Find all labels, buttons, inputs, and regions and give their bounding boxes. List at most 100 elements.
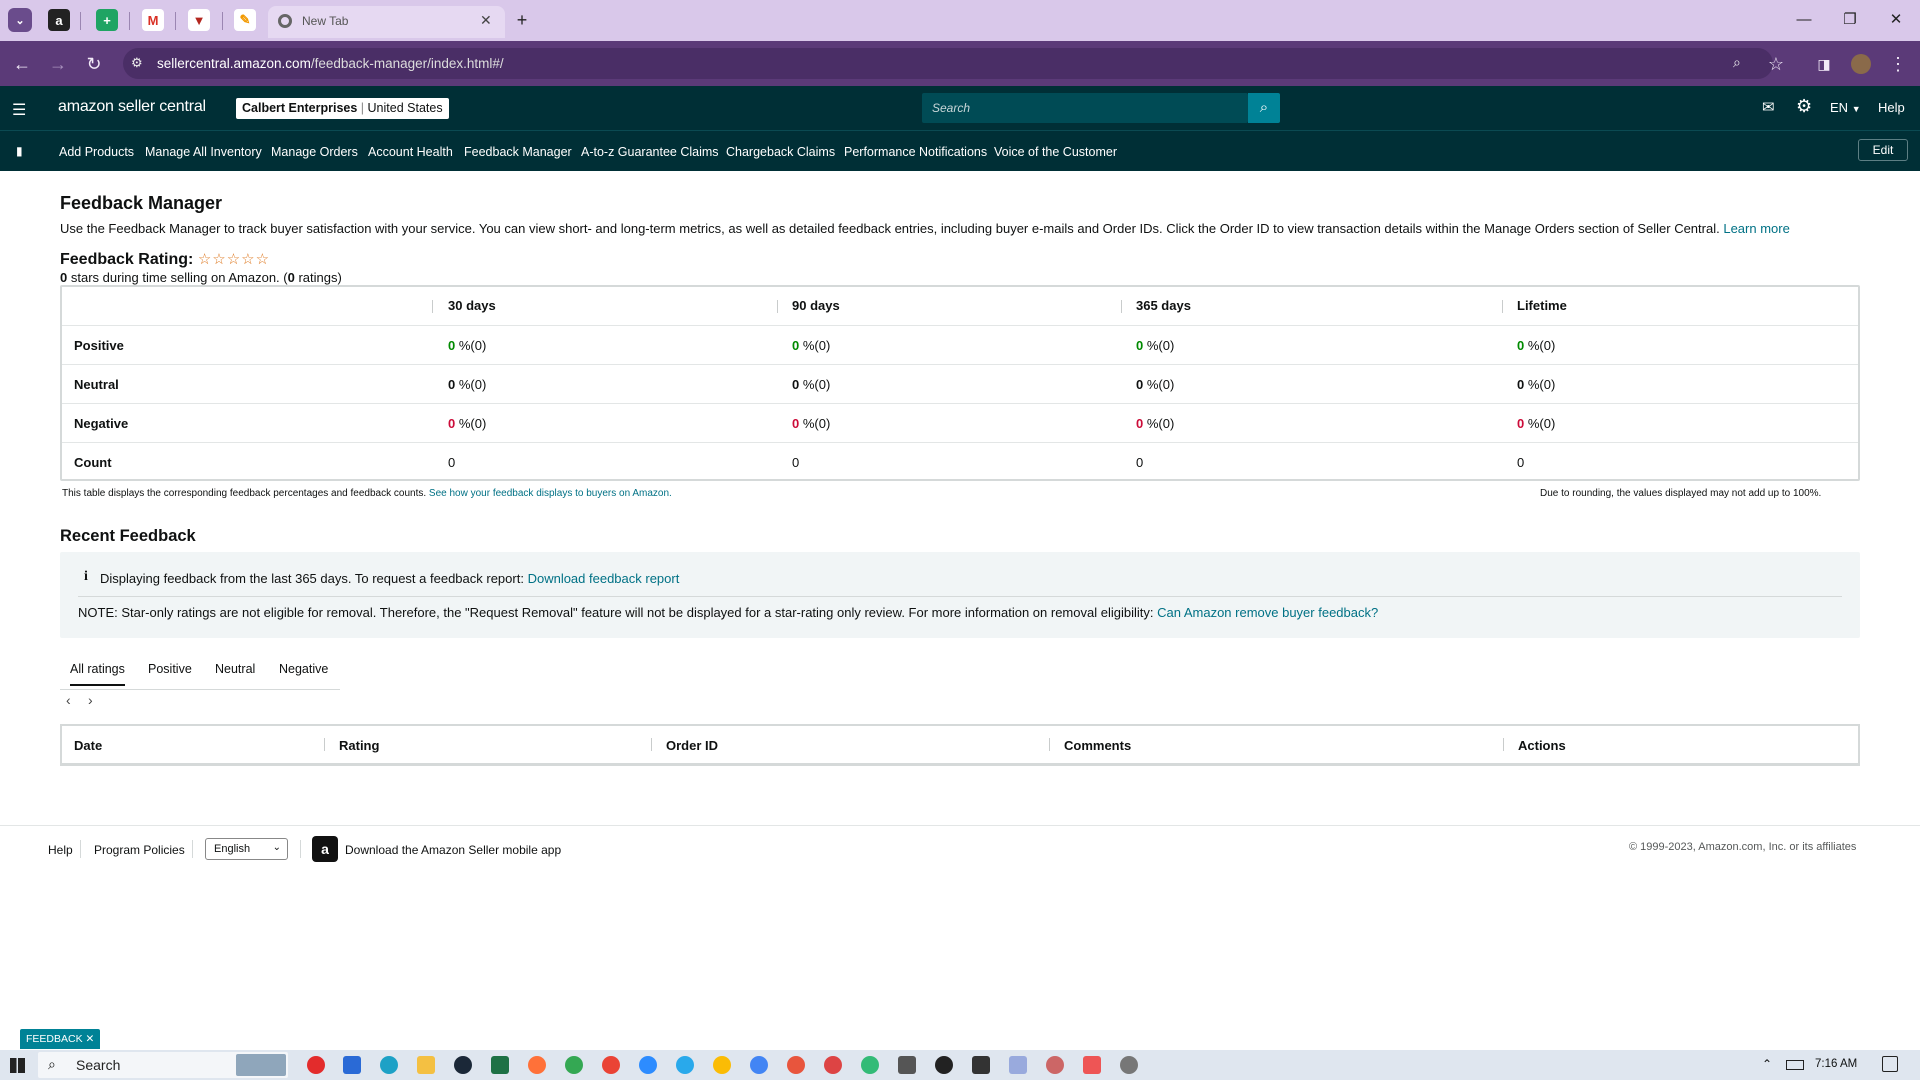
bookmark-icon[interactable]: ▮ [16, 144, 23, 158]
amazon-tab-icon[interactable]: a [48, 9, 70, 31]
removal-eligibility-link[interactable]: Can Amazon remove buyer feedback? [1157, 605, 1378, 620]
suffix: %(0) [1527, 377, 1556, 392]
gmail-tab-icon[interactable]: M [142, 9, 164, 31]
learn-more-link[interactable]: Learn more [1723, 221, 1789, 236]
col-rating[interactable]: Rating [339, 738, 379, 753]
page-description: Use the Feedback Manager to track buyer … [60, 221, 1920, 236]
info-alert: i Displaying feedback from the last 365 … [60, 552, 1860, 638]
positive-30: 0 %(0) [448, 338, 486, 353]
edit-nav-button[interactable]: Edit [1858, 139, 1908, 161]
clock[interactable]: 7:16 AM [1815, 1058, 1857, 1070]
search-input[interactable]: Search [922, 93, 1248, 123]
search-button[interactable]: ⌕ [1248, 93, 1280, 123]
program-policies-link[interactable]: Program Policies [94, 843, 185, 857]
footer-divider [300, 840, 301, 858]
shield-tab-icon[interactable]: ▼ [188, 9, 210, 31]
site-info-icon[interactable]: ⚙ [131, 55, 143, 71]
nav-add-products[interactable]: Add Products [59, 145, 134, 159]
forward-icon[interactable]: → [46, 52, 70, 76]
mail-icon[interactable]: ✉ [1762, 98, 1775, 116]
close-window-icon[interactable]: ✕ [1876, 8, 1916, 32]
nav-account-health[interactable]: Account Health [368, 145, 453, 159]
profile-avatar[interactable] [1851, 54, 1871, 74]
close-tab-icon[interactable]: ✕ [480, 12, 492, 29]
col-comments[interactable]: Comments [1064, 738, 1131, 753]
neutral-365: 0 %(0) [1136, 377, 1174, 392]
footer-help-link[interactable]: Help [48, 843, 73, 857]
mobile-app-link[interactable]: Download the Amazon Seller mobile app [345, 843, 561, 857]
calculator-icon[interactable] [898, 1056, 916, 1074]
zoom-icon[interactable]: ⌕ [1733, 54, 1741, 71]
nav-a-to-z-claims[interactable]: A-to-z Guarantee Claims [581, 145, 719, 159]
steam-icon[interactable] [454, 1056, 472, 1074]
chrome-icon[interactable] [787, 1056, 805, 1074]
nav-performance-notifications[interactable]: Performance Notifications [844, 145, 987, 159]
taskbar-search[interactable]: ⌕ Search [38, 1052, 288, 1078]
chevron-right-icon[interactable]: › [88, 692, 93, 708]
logo[interactable]: amazon seller central [58, 98, 206, 116]
app-icon[interactable] [1046, 1056, 1064, 1074]
minimize-icon[interactable]: — [1784, 8, 1824, 32]
edge-icon[interactable] [380, 1056, 398, 1074]
tab-all-ratings[interactable]: All ratings [70, 662, 125, 686]
tab-negative[interactable]: Negative [279, 662, 328, 676]
tab-positive[interactable]: Positive [148, 662, 192, 676]
telegram-icon[interactable] [676, 1056, 694, 1074]
chevron-left-icon[interactable]: ‹ [66, 692, 71, 708]
excel-icon[interactable] [491, 1056, 509, 1074]
nav-voice-of-customer[interactable]: Voice of the Customer [994, 145, 1117, 159]
chrome-icon[interactable] [565, 1056, 583, 1074]
tab-list-icon[interactable]: ⌄ [8, 8, 32, 32]
nav-manage-orders[interactable]: Manage Orders [271, 145, 358, 159]
back-icon[interactable]: ← [10, 52, 34, 76]
nav-chargeback-claims[interactable]: Chargeback Claims [726, 145, 835, 159]
side-panel-icon[interactable]: ◨ [1812, 52, 1836, 76]
restore-icon[interactable]: ❐ [1830, 8, 1870, 32]
chrome-icon[interactable] [750, 1056, 768, 1074]
feedback-button[interactable]: FEEDBACK ✕ [20, 1029, 101, 1049]
new-tab-button[interactable]: + [502, 8, 542, 32]
notepad-icon[interactable] [1009, 1056, 1027, 1074]
column-divider [1502, 300, 1503, 313]
language-label: EN [1830, 100, 1849, 115]
taskbar-app-icon[interactable] [307, 1056, 325, 1074]
help-link[interactable]: Help [1878, 100, 1905, 115]
app-tab-icon[interactable]: ✎ [234, 9, 256, 31]
address-bar[interactable]: ⚙ sellercentral.amazon.com/feedback-mana… [123, 48, 1773, 79]
col-date[interactable]: Date [74, 738, 102, 753]
taskbar-app-icon[interactable] [343, 1056, 361, 1074]
amazon-app-icon[interactable]: a [312, 836, 338, 862]
settings-icon[interactable] [1120, 1056, 1138, 1074]
download-feedback-report-link[interactable]: Download feedback report [528, 571, 680, 586]
windows-start-icon[interactable] [10, 1058, 25, 1073]
col-order-id[interactable]: Order ID [666, 738, 718, 753]
taskbar-search-label: Search [76, 1057, 121, 1073]
app-icon[interactable] [935, 1056, 953, 1074]
nav-feedback-manager[interactable]: Feedback Manager [464, 145, 572, 159]
firefox-icon[interactable] [528, 1056, 546, 1074]
account-switcher[interactable]: Calbert Enterprises | United States [236, 98, 449, 119]
chrome-icon[interactable] [824, 1056, 842, 1074]
hamburger-menu-icon[interactable]: ☰ [12, 100, 26, 120]
nav-manage-all-inventory[interactable]: Manage All Inventory [145, 145, 262, 159]
notification-icon[interactable] [1882, 1056, 1898, 1072]
gear-icon[interactable]: ⚙ [1796, 96, 1812, 117]
tab-new-tab[interactable]: New Tab ✕ [268, 6, 505, 38]
language-select[interactable]: English ⌄ [205, 838, 288, 860]
zoom-icon[interactable] [639, 1056, 657, 1074]
app-icon[interactable] [972, 1056, 990, 1074]
tab-neutral[interactable]: Neutral [215, 662, 255, 676]
chrome-icon[interactable] [861, 1056, 879, 1074]
app-icon[interactable] [1083, 1056, 1101, 1074]
language-selector[interactable]: EN ▼ [1830, 100, 1861, 115]
tray-chevron-up-icon[interactable]: ⌃ [1762, 1057, 1772, 1071]
close-icon[interactable]: ✕ [86, 1033, 95, 1045]
reload-icon[interactable]: ↻ [82, 52, 106, 76]
sheets-tab-icon[interactable]: + [96, 9, 118, 31]
chrome-icon[interactable] [713, 1056, 731, 1074]
menu-kebab-icon[interactable]: ⋮ [1886, 52, 1910, 76]
feedback-display-link[interactable]: See how your feedback displays to buyers… [429, 488, 672, 499]
bookmark-star-icon[interactable]: ☆ [1764, 52, 1788, 76]
folder-icon[interactable] [417, 1056, 435, 1074]
chrome-icon[interactable] [602, 1056, 620, 1074]
